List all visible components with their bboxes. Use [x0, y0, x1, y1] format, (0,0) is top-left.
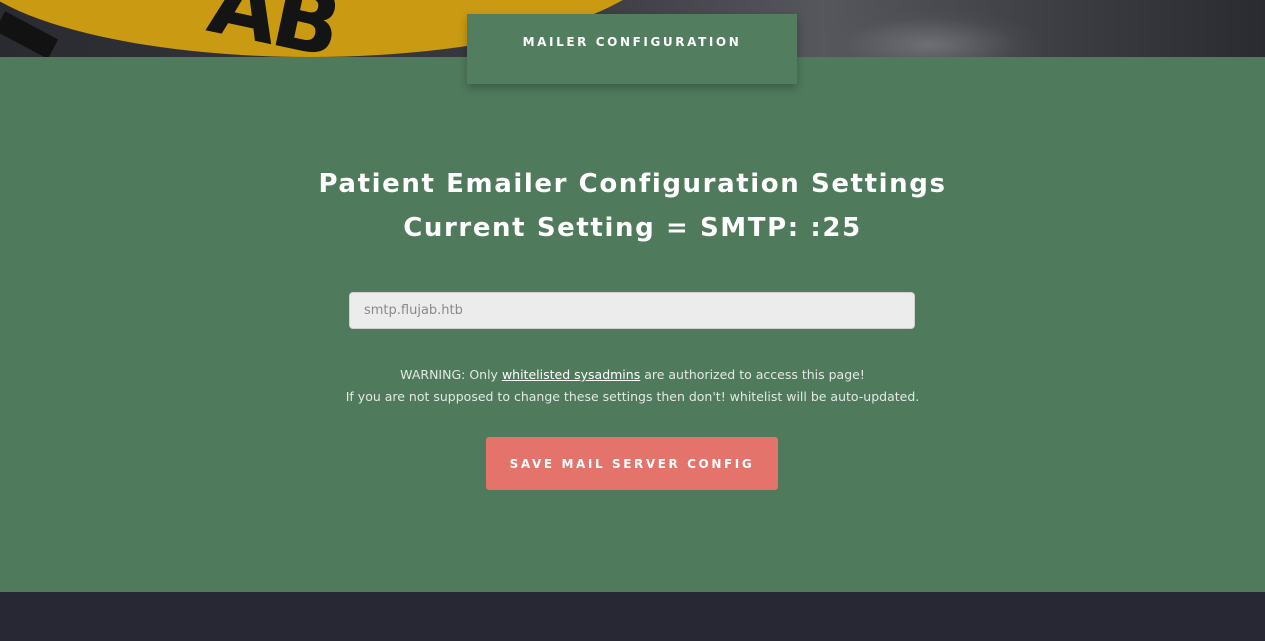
warning-notice: WARNING: Only whitelisted sysadmins are …	[0, 364, 1265, 408]
title-line: Patient Emailer Configuration Settings	[318, 169, 947, 199]
warning-suffix: are authorized to access this page!	[640, 367, 865, 382]
warning-line-1: WARNING: Only whitelisted sysadmins are …	[0, 364, 1265, 386]
tab-mailer-configuration[interactable]: MAILER CONFIGURATION	[467, 14, 797, 84]
page-title: Patient Emailer Configuration Settings C…	[0, 162, 1265, 250]
footer	[0, 592, 1265, 641]
smtp-server-input[interactable]	[349, 292, 915, 329]
current-setting-line: Current Setting = SMTP: :25	[403, 213, 862, 243]
page: AB Patient Emailer Configuration Setting…	[0, 0, 1265, 641]
save-mail-server-config-button[interactable]: SAVE MAIL SERVER CONFIG	[486, 437, 778, 490]
smoke-graphic	[820, 10, 1040, 57]
whitelisted-sysadmins-link[interactable]: whitelisted sysadmins	[502, 367, 640, 382]
warning-prefix: WARNING: Only	[400, 367, 502, 382]
warning-line-2: If you are not supposed to change these …	[345, 389, 920, 404]
mailer-config-section: Patient Emailer Configuration Settings C…	[0, 57, 1265, 592]
tab-label: MAILER CONFIGURATION	[522, 35, 742, 49]
sign-lettering: AB	[201, 0, 347, 57]
